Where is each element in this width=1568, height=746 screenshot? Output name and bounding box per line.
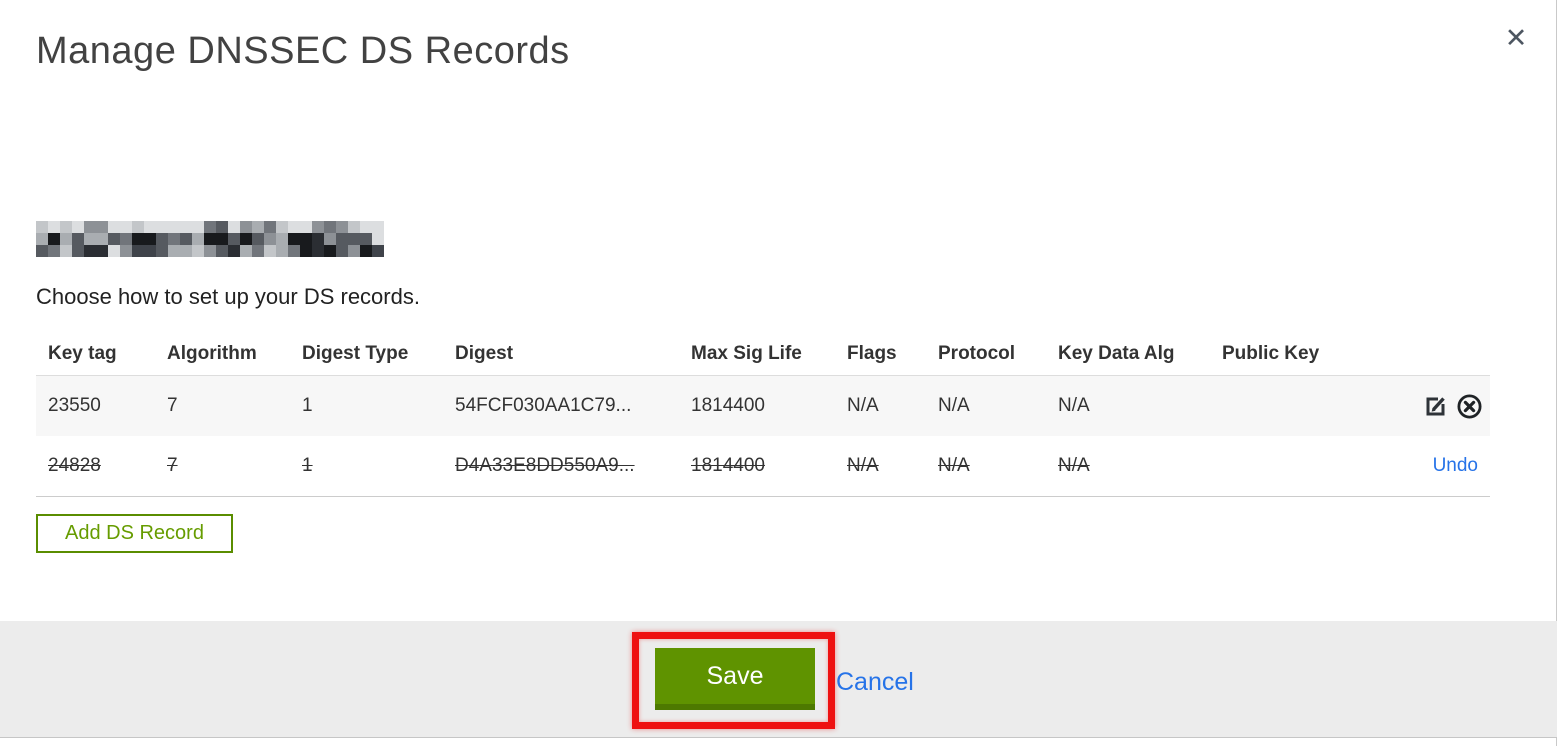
col-header-protocol: Protocol [938, 343, 1016, 364]
col-header-max-sig-life: Max Sig Life [691, 343, 802, 364]
add-ds-record-button[interactable]: Add DS Record [36, 514, 233, 553]
col-header-key-tag: Key tag [48, 343, 117, 364]
cell-flags: N/A [847, 395, 879, 416]
col-header-actions [1368, 334, 1490, 375]
cell-digest: 54FCF030AA1C79... [455, 395, 632, 416]
table-row-deleted: 24828 7 1 D4A33E8DD550A9... 1814400 N/A … [36, 436, 1490, 497]
cell-digest: D4A33E8DD550A9... [455, 455, 635, 476]
cell-public-key [1210, 376, 1368, 436]
cell-max-sig-life: 1814400 [691, 455, 765, 476]
manage-dnssec-dialog: Manage DNSSEC DS Records ✕ Choose how to… [0, 0, 1557, 746]
save-button[interactable]: Save [655, 648, 815, 710]
instruction-text: Choose how to set up your DS records. [36, 284, 420, 309]
col-header-flags: Flags [847, 343, 897, 364]
domain-name-redacted [36, 221, 384, 257]
cell-protocol: N/A [938, 395, 970, 416]
row-actions [1368, 376, 1490, 436]
cell-key-data-alg: N/A [1058, 455, 1090, 476]
row-actions: Undo [1368, 436, 1490, 496]
table-row: 23550 7 1 54FCF030AA1C79... 1814400 N/A … [36, 375, 1490, 436]
undo-link[interactable]: Undo [1433, 455, 1478, 477]
cell-flags: N/A [847, 455, 879, 476]
page-title: Manage DNSSEC DS Records [36, 30, 570, 72]
close-icon[interactable]: ✕ [1496, 18, 1536, 58]
ds-records-table: Key tag Algorithm Digest Type Digest Max… [36, 334, 1490, 497]
col-header-key-data-alg: Key Data Alg [1058, 343, 1175, 364]
table-header-row: Key tag Algorithm Digest Type Digest Max… [36, 334, 1490, 375]
edit-icon[interactable] [1421, 391, 1451, 421]
col-header-digest-type: Digest Type [302, 343, 409, 364]
col-header-digest: Digest [455, 343, 514, 364]
dialog-footer: Save Cancel [0, 621, 1557, 738]
cell-algorithm: 7 [167, 455, 178, 476]
cell-public-key [1210, 436, 1368, 496]
delete-icon[interactable] [1454, 391, 1484, 421]
cell-algorithm: 7 [167, 395, 178, 416]
cell-protocol: N/A [938, 455, 970, 476]
cell-digest-type: 1 [302, 395, 313, 416]
col-header-public-key: Public Key [1222, 343, 1320, 364]
cell-digest-type: 1 [302, 455, 313, 476]
cell-max-sig-life: 1814400 [691, 395, 765, 416]
cell-key-tag: 24828 [48, 455, 101, 476]
cell-key-tag: 23550 [48, 395, 101, 416]
col-header-algorithm: Algorithm [167, 343, 257, 364]
cancel-link[interactable]: Cancel [836, 668, 914, 697]
cell-key-data-alg: N/A [1058, 395, 1090, 416]
